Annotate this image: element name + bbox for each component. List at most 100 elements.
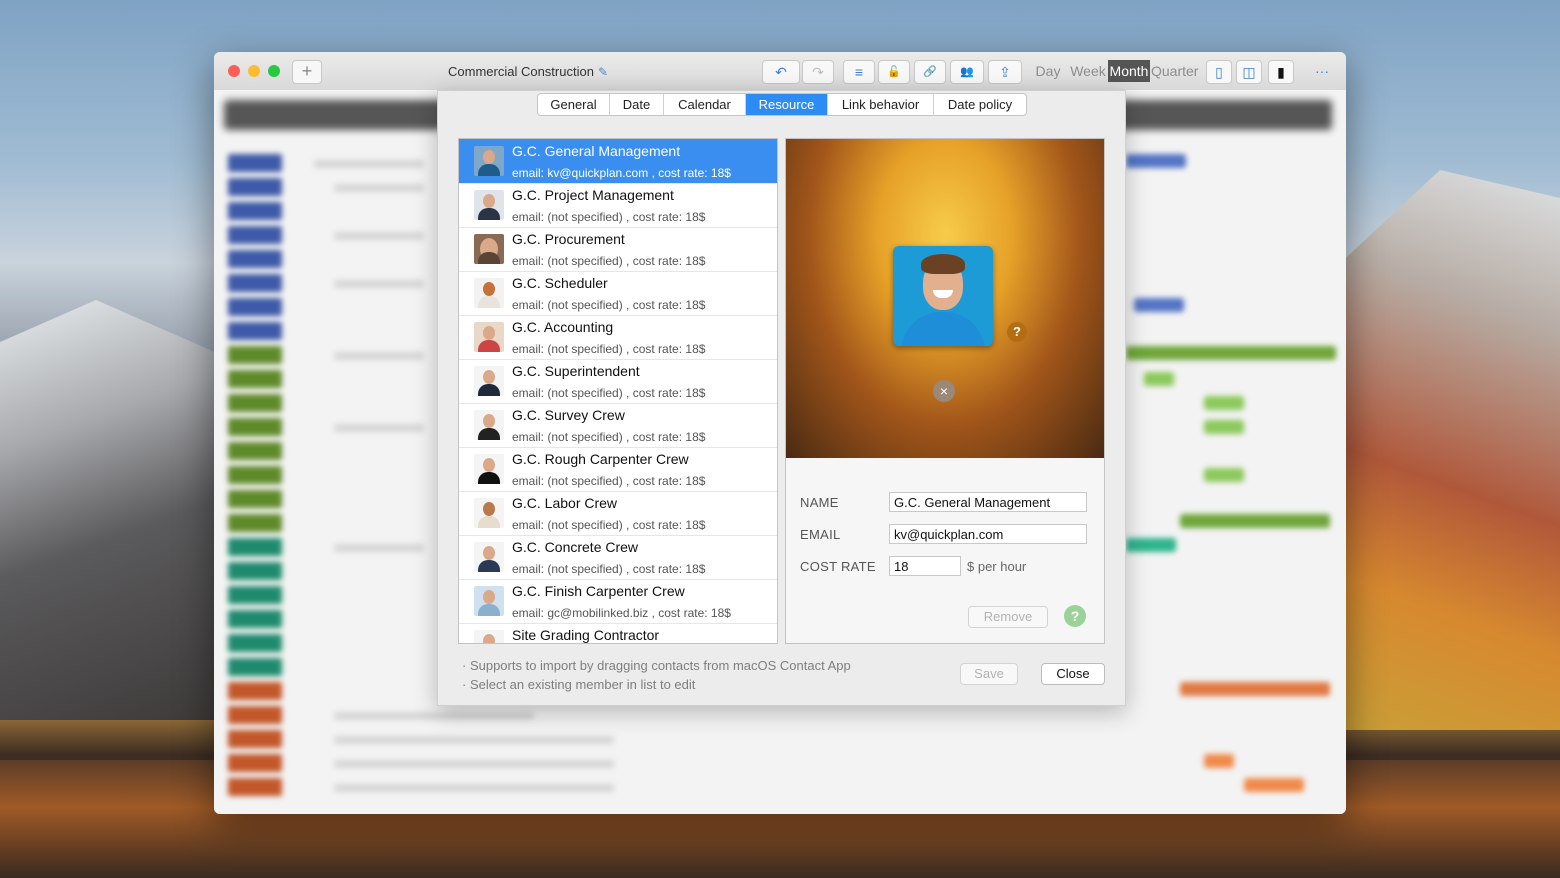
zoom-window-button[interactable] — [268, 65, 280, 77]
tab-general[interactable]: General — [538, 94, 610, 115]
minimize-window-button[interactable] — [248, 65, 260, 77]
resource-name: G.C. Accounting — [512, 319, 614, 335]
avatar — [474, 234, 504, 264]
resource-details: email: (not specified) , cost rate: 18$ — [512, 562, 706, 576]
resource-row[interactable]: G.C. Rough Carpenter Crew email: (not sp… — [459, 447, 777, 492]
resource-row[interactable]: G.C. Superintendent email: (not specifie… — [459, 359, 777, 404]
photo-help-icon[interactable]: ? — [1007, 322, 1027, 342]
hint-edit: · Select an existing member in list to e… — [462, 677, 696, 692]
resource-row[interactable]: G.C. Survey Crew email: (not specified) … — [459, 403, 777, 448]
undo-button[interactable]: ↶ — [762, 60, 800, 84]
resource-details: email: (not specified) , cost rate: 18$ — [512, 298, 706, 312]
backdrop-row — [228, 490, 282, 508]
close-button[interactable]: Close — [1041, 663, 1105, 685]
outline-button[interactable]: ≡ — [843, 60, 875, 84]
backdrop-row — [228, 754, 282, 772]
resource-row[interactable]: G.C. Concrete Crew email: (not specified… — [459, 535, 777, 580]
wallpaper-mountain-right — [1320, 170, 1560, 730]
settings-tabs: General Date Calendar Resource Link beha… — [537, 93, 1027, 116]
resource-details: email: (not specified) , cost rate: 18$ — [512, 386, 706, 400]
view-week[interactable]: Week — [1069, 60, 1107, 82]
window-title[interactable]: Commercial Construction ✎ — [448, 64, 608, 79]
redo-icon: ↷ — [812, 64, 824, 80]
save-button[interactable]: Save — [960, 663, 1018, 685]
name-field[interactable]: G.C. General Management — [889, 492, 1087, 512]
avatar — [474, 498, 504, 528]
resource-name: G.C. Rough Carpenter Crew — [512, 451, 689, 467]
sidebar-right-icon: ▮ — [1277, 64, 1285, 80]
resource-row[interactable]: G.C. General Management email: kv@quickp… — [459, 139, 777, 184]
resource-list[interactable]: G.C. General Management email: kv@quickp… — [458, 138, 778, 644]
tab-date-policy[interactable]: Date policy — [934, 94, 1026, 115]
redo-button[interactable]: ↷ — [802, 60, 834, 84]
backdrop-row — [228, 346, 282, 364]
resource-row[interactable]: G.C. Project Management email: (not spec… — [459, 183, 777, 228]
view-quarter[interactable]: Quarter — [1151, 60, 1198, 82]
backdrop-gantt-bar — [1204, 468, 1244, 482]
pencil-icon: ✎ — [597, 65, 608, 79]
settings-sheet: General Date Calendar Resource Link beha… — [437, 90, 1126, 706]
resource-name: G.C. Procurement — [512, 231, 625, 247]
resource-row[interactable]: Site Grading Contractor — [459, 623, 777, 643]
backdrop-line — [334, 784, 614, 792]
tab-resource[interactable]: Resource — [746, 94, 828, 115]
resource-details: email: kv@quickplan.com , cost rate: 18$ — [512, 166, 731, 180]
cost-unit-label: $ per hour — [967, 559, 1027, 574]
tab-calendar[interactable]: Calendar — [664, 94, 746, 115]
close-window-button[interactable] — [228, 65, 240, 77]
email-field[interactable]: kv@quickplan.com — [889, 524, 1087, 544]
backdrop-row — [228, 178, 282, 196]
undo-icon: ↶ — [775, 64, 787, 80]
backdrop-row — [228, 298, 282, 316]
tab-date[interactable]: Date — [610, 94, 664, 115]
backdrop-line — [334, 184, 424, 192]
resource-name: G.C. Project Management — [512, 187, 674, 203]
resource-row[interactable]: G.C. Accounting email: (not specified) ,… — [459, 315, 777, 360]
view-day[interactable]: Day — [1033, 60, 1063, 82]
remove-resource-button[interactable]: Remove — [968, 606, 1048, 628]
cost-rate-field[interactable]: 18 — [889, 556, 961, 576]
backdrop-row — [228, 370, 282, 388]
help-button[interactable]: ? — [1064, 605, 1086, 627]
add-tab-button[interactable]: + — [292, 60, 322, 84]
link-button[interactable]: 🔗 — [914, 60, 946, 84]
lock-button[interactable]: 🔓 — [878, 60, 910, 84]
resource-photo[interactable] — [893, 246, 993, 346]
resources-button[interactable]: 👥 — [950, 60, 984, 84]
backdrop-gantt-bar — [1180, 514, 1330, 528]
backdrop-gantt-bar — [1204, 396, 1244, 410]
avatar — [474, 454, 504, 484]
backdrop-row — [228, 730, 282, 748]
backdrop-row — [228, 154, 282, 172]
backdrop-line — [334, 232, 424, 240]
resource-row[interactable]: G.C. Scheduler email: (not specified) , … — [459, 271, 777, 316]
more-button[interactable]: ··· — [1310, 60, 1334, 82]
view-month[interactable]: Month — [1108, 60, 1150, 82]
backdrop-line — [334, 424, 424, 432]
backdrop-row — [228, 442, 282, 460]
resource-name: G.C. General Management — [512, 143, 681, 159]
remove-photo-button[interactable]: × — [933, 380, 955, 402]
hint-import: · Supports to import by dragging contact… — [462, 658, 851, 673]
resource-row[interactable]: G.C. Labor Crew email: (not specified) ,… — [459, 491, 777, 536]
resource-row[interactable]: G.C. Procurement email: (not specified) … — [459, 227, 777, 272]
tab-link-behavior[interactable]: Link behavior — [828, 94, 934, 115]
backdrop-row — [228, 202, 282, 220]
backdrop-row — [228, 394, 282, 412]
resource-row[interactable]: G.C. Finish Carpenter Crew email: gc@mob… — [459, 579, 777, 624]
share-button[interactable]: ⇪ — [988, 60, 1022, 84]
avatar — [474, 278, 504, 308]
backdrop-row — [228, 682, 282, 700]
backdrop-gantt-bar — [1144, 372, 1174, 386]
backdrop-gantt-bar — [1126, 538, 1176, 552]
backdrop-row — [228, 610, 282, 628]
left-panel-button[interactable]: ▯ — [1206, 60, 1232, 84]
right-panel-button[interactable]: ▮ — [1268, 60, 1294, 84]
center-panel-button[interactable]: ◫ — [1236, 60, 1262, 84]
backdrop-row — [228, 418, 282, 436]
resource-name: G.C. Scheduler — [512, 275, 608, 291]
avatar — [474, 190, 504, 220]
backdrop-gantt-bar — [1204, 420, 1244, 434]
backdrop-line — [334, 760, 614, 768]
backdrop-gantt-bar — [1126, 154, 1186, 168]
